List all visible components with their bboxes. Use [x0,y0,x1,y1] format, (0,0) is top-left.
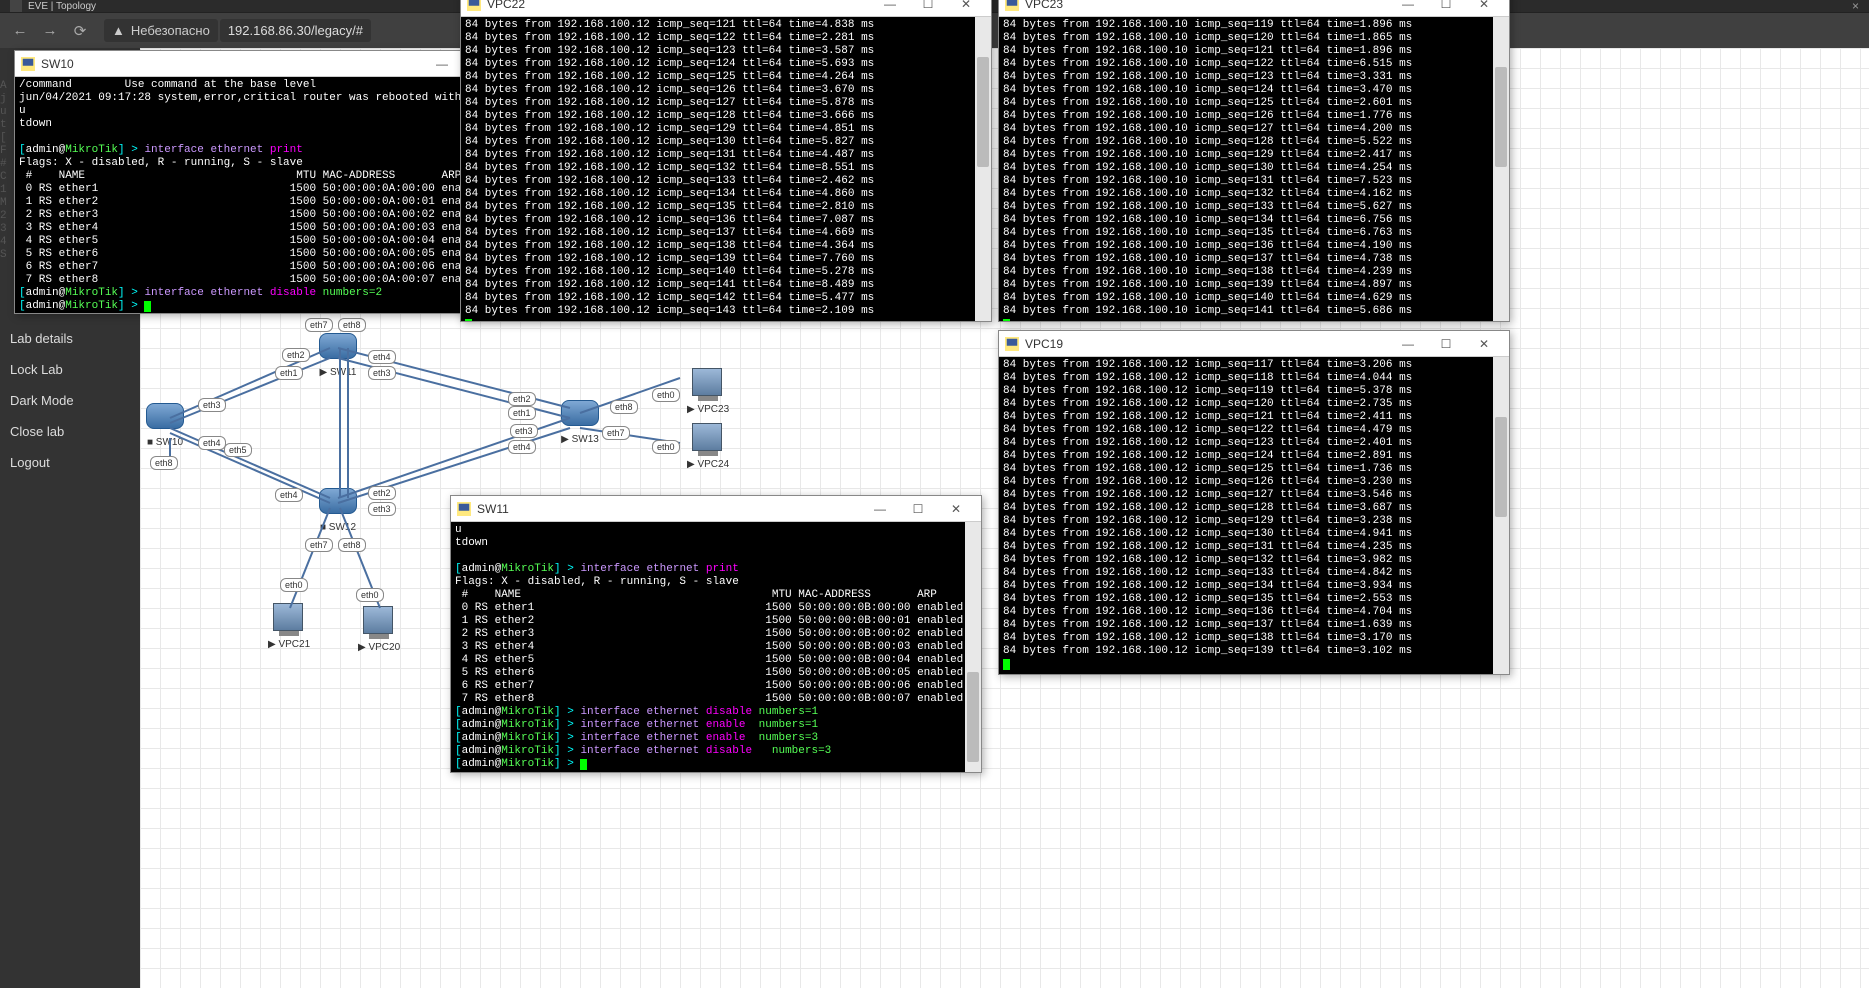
terminal-output[interactable]: 84 bytes from 192.168.100.12 icmp_seq=12… [461,17,991,321]
minimize-icon[interactable]: — [423,53,461,75]
close-icon[interactable]: ✕ [1465,333,1503,355]
window-title: VPC22 [487,0,525,11]
minimize-icon[interactable]: — [1389,333,1427,355]
minimize-icon[interactable]: — [861,498,899,520]
port-label: eth4 [508,440,536,454]
maximize-icon[interactable]: ☐ [899,498,937,520]
putty-icon [467,0,481,11]
warning-icon: ▲ [112,23,125,38]
titlebar[interactable]: VPC22 —☐✕ [461,0,991,17]
putty-icon [1005,0,1019,11]
port-label: eth2 [508,392,536,406]
nav-reload-icon[interactable]: ⟳ [70,21,90,41]
titlebar[interactable]: VPC23 —☐✕ [999,0,1509,17]
window-sw11[interactable]: SW11 —☐✕ u tdown [admin@MikroTik] > inte… [450,495,982,773]
port-label: eth1 [275,366,303,380]
titlebar[interactable]: SW11 —☐✕ [451,496,981,522]
scrollbar[interactable] [965,522,981,772]
terminal-output[interactable]: u tdown [admin@MikroTik] > interface eth… [451,522,981,772]
putty-icon [457,502,471,516]
port-label: eth4 [368,350,396,364]
address-bar[interactable]: 192.168.86.30/legacy/# [220,19,371,42]
port-label: eth2 [368,486,396,500]
close-icon[interactable]: ✕ [947,0,985,15]
window-title: SW10 [41,57,74,71]
scrollbar[interactable] [1493,17,1509,321]
port-label: eth7 [602,426,630,440]
port-label: eth8 [610,400,638,414]
putty-icon [1005,337,1019,351]
maximize-icon[interactable]: ☐ [1427,0,1465,15]
port-label: eth3 [510,424,538,438]
terminal-output[interactable]: 84 bytes from 192.168.100.12 icmp_seq=11… [999,357,1509,674]
port-label: eth0 [652,440,680,454]
sidebar-item-lab-details[interactable]: Lab details [0,323,140,354]
scrollbar[interactable] [1493,357,1509,674]
close-icon[interactable]: ✕ [1465,0,1503,15]
window-title: VPC23 [1025,0,1063,11]
minimize-icon[interactable]: — [871,0,909,15]
left-gutter-letters: Ajut [ F#C1M234S [0,80,14,262]
sidebar-item-dark-mode[interactable]: Dark Mode [0,385,140,416]
security-badge[interactable]: ▲ Небезопасно [104,19,218,42]
sidebar-item-logout[interactable]: Logout [0,447,140,478]
port-label: eth8 [150,456,178,470]
nav-back-icon[interactable]: ← [10,21,30,41]
titlebar[interactable]: VPC19 —☐✕ [999,331,1509,357]
scrollbar[interactable] [975,17,991,321]
terminal-output[interactable]: 84 bytes from 192.168.100.10 icmp_seq=11… [999,17,1509,321]
tab-close-icon[interactable]: × [1852,0,1859,13]
nav-forward-icon[interactable]: → [40,21,60,41]
port-label: eth3 [198,398,226,412]
window-vpc22[interactable]: VPC22 —☐✕ 84 bytes from 192.168.100.12 i… [460,0,992,322]
window-vpc23[interactable]: VPC23 —☐✕ 84 bytes from 192.168.100.10 i… [998,0,1510,322]
tab-favicon [10,0,22,12]
window-title: SW11 [477,502,509,516]
port-label: eth7 [305,538,333,552]
minimize-icon[interactable]: — [1389,0,1427,15]
port-label: eth0 [280,578,308,592]
port-label: eth3 [368,502,396,516]
port-label: eth4 [275,488,303,502]
maximize-icon[interactable]: ☐ [1427,333,1465,355]
port-label: eth8 [338,538,366,552]
sidebar-item-close-lab[interactable]: Close lab [0,416,140,447]
port-label: eth7 [305,318,333,332]
port-label: eth3 [368,366,396,380]
maximize-icon[interactable]: ☐ [909,0,947,15]
window-title: VPC19 [1025,337,1063,351]
sidebar-item-lock-lab[interactable]: Lock Lab [0,354,140,385]
port-label: eth0 [652,388,680,402]
putty-icon [21,57,35,71]
port-label: eth4 [198,436,226,450]
port-label: eth1 [508,406,536,420]
port-label: eth0 [356,588,384,602]
port-label: eth5 [224,443,252,457]
security-text: Небезопасно [131,23,210,38]
window-vpc19[interactable]: VPC19 —☐✕ 84 bytes from 192.168.100.12 i… [998,330,1510,675]
tab-title: EVE | Topology [28,1,96,12]
port-label: eth2 [282,348,310,362]
port-label: eth8 [338,318,366,332]
close-icon[interactable]: ✕ [937,498,975,520]
